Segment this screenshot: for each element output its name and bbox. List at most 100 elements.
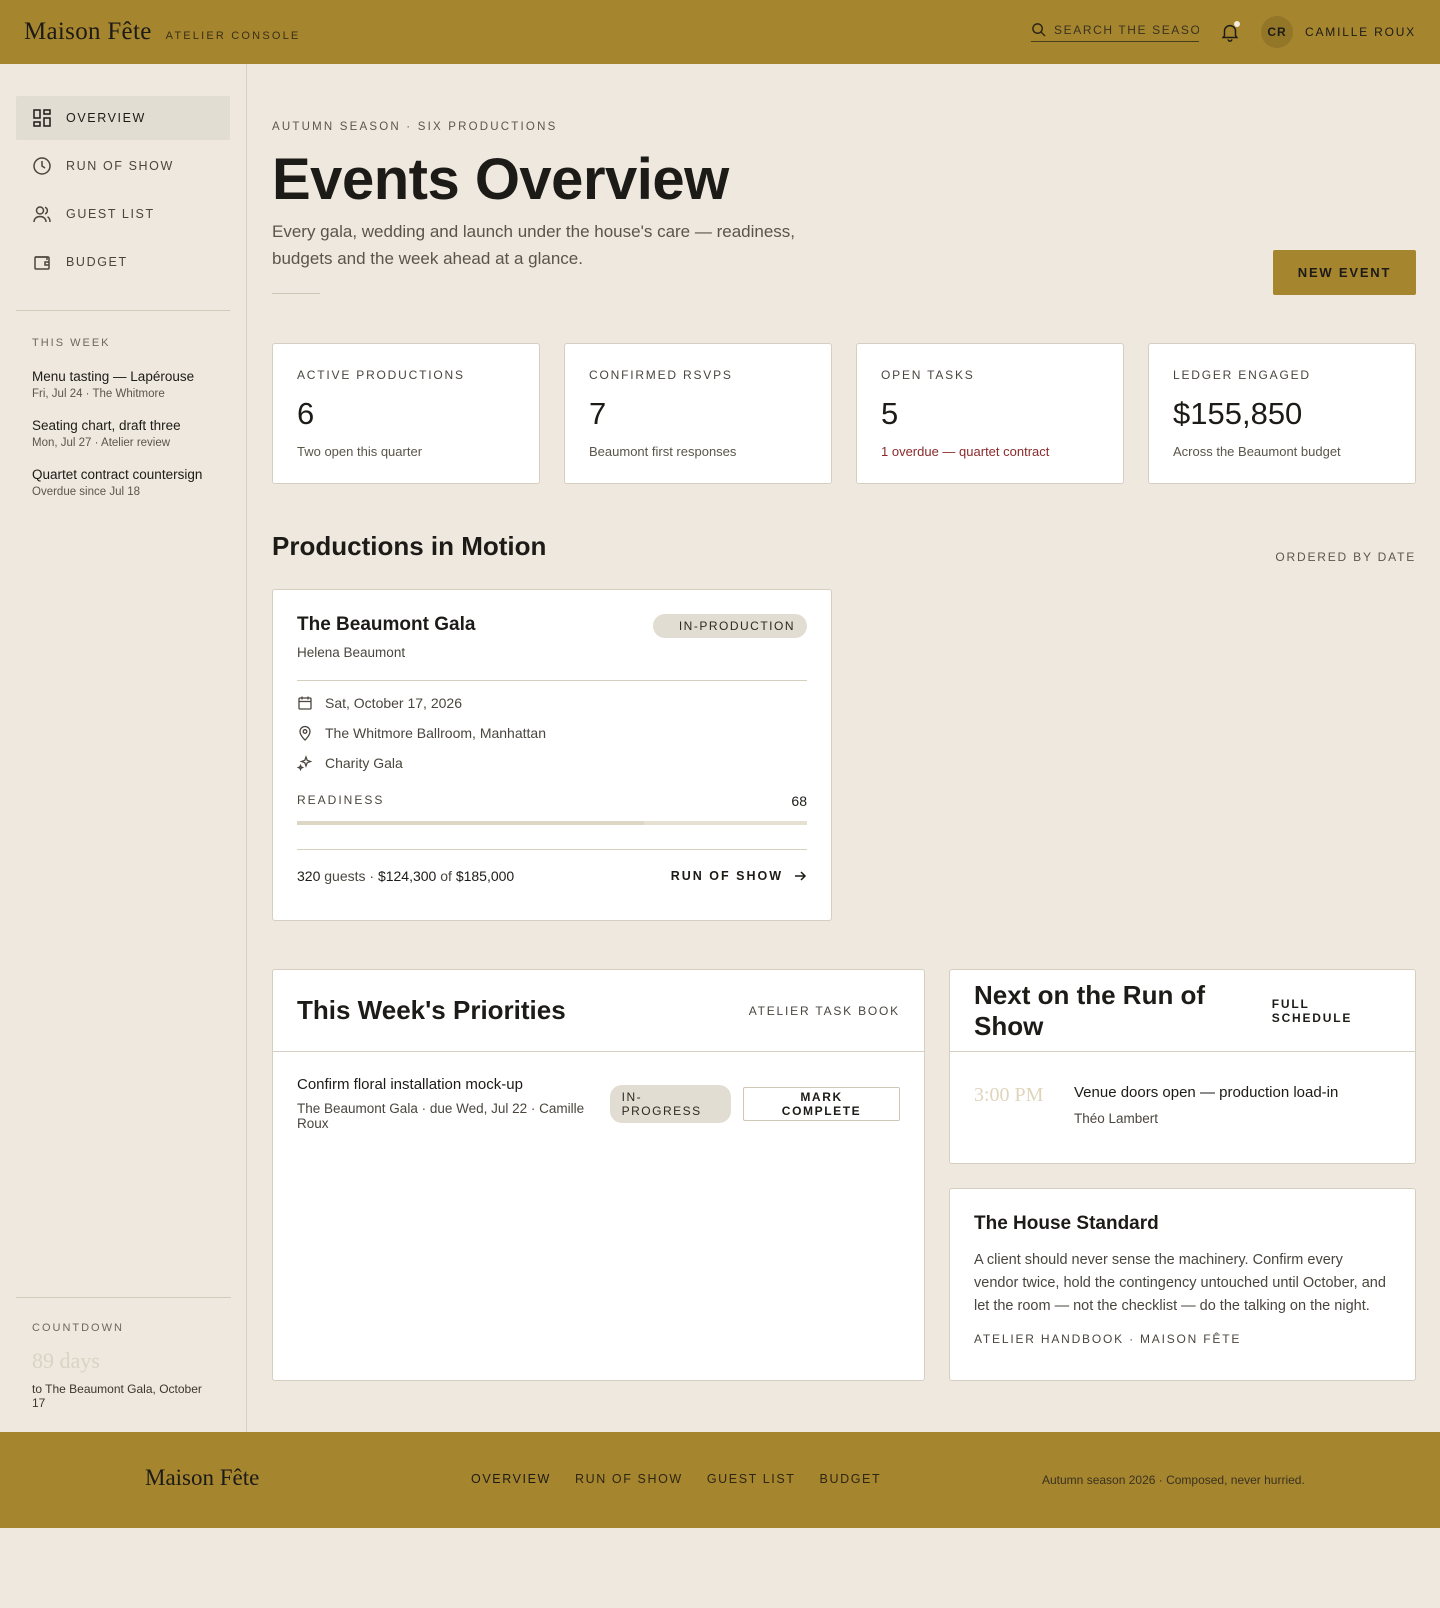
page-eyebrow: AUTUMN SEASON · SIX PRODUCTIONS <box>272 121 558 133</box>
week-item-meta: Mon, Jul 27 · Atelier review <box>32 437 171 449</box>
status-badge: IN-PRODUCTION <box>652 614 807 638</box>
production-summary: 320 guests · $124,300 of $185,000 <box>297 868 514 884</box>
sidebar-item-label: BUDGET <box>66 255 128 269</box>
footer-note: Autumn season 2026 · Composed, never hur… <box>1042 1473 1305 1487</box>
calendar-icon <box>298 696 312 710</box>
footer-nav: OVERVIEW RUN OF SHOW GUEST LIST BUDGET <box>471 1472 881 1486</box>
intro-rule <box>272 293 320 294</box>
location-pin-icon <box>299 725 311 741</box>
stat-card-active-productions: ACTIVE PRODUCTIONS 6 Two open this quart… <box>272 343 540 484</box>
guests-word: guests <box>324 868 366 884</box>
production-heading: The Beaumont Gala Helena Beaumont <box>297 614 475 660</box>
mark-complete-button[interactable]: MARK COMPLETE <box>743 1086 900 1121</box>
footer-link-run-of-show[interactable]: RUN OF SHOW <box>575 1472 683 1486</box>
sort-label[interactable]: ORDERED BY DATE <box>1275 550 1416 564</box>
readiness-row: READINESS 68 <box>297 793 807 809</box>
full-schedule-link[interactable]: FULL SCHEDULE <box>1272 997 1391 1025</box>
production-venue: The Whitmore Ballroom, Manhattan <box>325 725 546 741</box>
countdown: COUNTDOWN 89 days to The Beaumont Gala, … <box>16 1297 231 1432</box>
production-date-row: Sat, October 17, 2026 <box>297 695 807 711</box>
stat-note-alert: 1 overdue — quartet contract <box>881 444 1050 459</box>
sidebar-item-overview[interactable]: OVERVIEW <box>16 96 230 140</box>
stat-cards: ACTIVE PRODUCTIONS 6 Two open this quart… <box>272 343 1416 484</box>
new-event-button[interactable]: NEW EVENT <box>1273 250 1416 295</box>
schedule-details: Venue doors open — production load-in Th… <box>1074 1080 1338 1126</box>
footer-link-budget[interactable]: BUDGET <box>820 1472 882 1486</box>
production-card-head: The Beaumont Gala Helena Beaumont IN-PRO… <box>297 614 807 660</box>
stat-label: ACTIVE PRODUCTIONS <box>297 368 465 382</box>
avatar[interactable]: CR <box>1261 16 1294 48</box>
brand-logo[interactable]: Maison Fête <box>24 18 152 46</box>
stat-label: CONFIRMED RSVPS <box>589 368 733 382</box>
sidebar-item-label: RUN OF SHOW <box>66 159 174 173</box>
search-input[interactable] <box>1054 22 1200 37</box>
sidebar-item-label: OVERVIEW <box>66 111 146 125</box>
run-of-show-link-label: RUN OF SHOW <box>670 869 783 883</box>
week-item[interactable]: Menu tasting — Lapérouse Fri, Jul 24 · T… <box>32 369 230 400</box>
this-week-heading: THIS WEEK <box>32 337 111 349</box>
footer: Maison Fête OVERVIEW RUN OF SHOW GUEST L… <box>0 1432 1440 1528</box>
readiness-label: READINESS <box>297 793 385 807</box>
week-item-title: Seating chart, draft three <box>32 418 181 433</box>
week-item-title: Menu tasting — Lapérouse <box>32 369 195 384</box>
header-actions: CR CAMILLE ROUX <box>1031 16 1416 48</box>
task-status-badge: IN-PROGRESS <box>609 1084 732 1123</box>
countdown-label: COUNTDOWN <box>32 1322 124 1334</box>
stat-value: 7 <box>589 396 607 431</box>
week-item-meta: Overdue since Jul 18 <box>32 486 141 498</box>
stat-card-open-tasks: OPEN TASKS 5 1 overdue — quartet contrac… <box>856 343 1124 484</box>
stat-value: $155,850 <box>1173 396 1303 431</box>
production-date: Sat, October 17, 2026 <box>325 695 462 711</box>
page-title: Events Overview <box>272 147 729 212</box>
section-title-productions: Productions in Motion <box>272 531 547 561</box>
run-of-show-link[interactable]: RUN OF SHOW <box>671 869 807 883</box>
users-icon <box>33 206 51 223</box>
production-card[interactable]: The Beaumont Gala Helena Beaumont IN-PRO… <box>272 589 832 921</box>
readiness-value: 68 <box>791 793 807 809</box>
priorities-title: This Week's Priorities <box>297 995 566 1025</box>
page-intro: Every gala, wedding and launch under the… <box>272 222 796 268</box>
of-word: of <box>440 868 452 884</box>
budget-total: $185,000 <box>455 868 515 884</box>
sidebar-divider <box>16 310 230 311</box>
priorities-panel: This Week's Priorities ATELIER TASK BOOK… <box>272 969 925 1381</box>
schedule-time: 3:00 PM <box>974 1084 1044 1106</box>
sparkle-icon <box>297 755 313 771</box>
sidebar-item-guest-list[interactable]: GUEST LIST <box>16 192 230 236</box>
sidebar-item-budget[interactable]: BUDGET <box>16 240 230 284</box>
brand-subtitle: ATELIER CONSOLE <box>165 30 301 42</box>
run-of-show-title: Next on the Run of Show <box>974 979 1206 1041</box>
run-of-show-panel: Next on the Run of Show FULL SCHEDULE 3:… <box>949 969 1416 1164</box>
week-item[interactable]: Seating chart, draft three Mon, Jul 27 ·… <box>32 418 230 449</box>
schedule-title: Venue doors open — production load-in <box>1074 1084 1339 1101</box>
production-type-row: Charity Gala <box>297 755 807 771</box>
week-item-meta: Fri, Jul 24 · The Whitmore <box>32 388 165 400</box>
priorities-panel-head: This Week's Priorities ATELIER TASK BOOK <box>273 970 924 1052</box>
search-box[interactable] <box>1031 22 1200 42</box>
production-card-footer: 320 guests · $124,300 of $185,000 RUN OF… <box>297 849 807 884</box>
top-bar: Maison Fête ATELIER CONSOLE CR CAMILLE R… <box>0 0 1440 64</box>
stat-label: OPEN TASKS <box>881 368 975 382</box>
footer-brand[interactable]: Maison Fête <box>145 1465 259 1491</box>
notification-dot <box>1234 21 1241 27</box>
house-standard-card: The House Standard A client should never… <box>949 1188 1416 1381</box>
budget-spent: $124,300 <box>377 868 437 884</box>
run-of-show-panel-head: Next on the Run of Show FULL SCHEDULE <box>950 970 1415 1052</box>
task-book-link[interactable]: ATELIER TASK BOOK <box>749 1004 900 1018</box>
notifications-button[interactable] <box>1219 21 1241 43</box>
schedule-item[interactable]: 3:00 PM Venue doors open — production lo… <box>950 1052 1415 1154</box>
countdown-note: to The Beaumont Gala, October 17 <box>32 1382 202 1410</box>
summary-separator: · <box>369 868 375 884</box>
sidebar-item-run-of-show[interactable]: RUN OF SHOW <box>16 144 230 188</box>
production-venue-row: The Whitmore Ballroom, Manhattan <box>297 725 807 741</box>
footer-link-overview[interactable]: OVERVIEW <box>471 1472 551 1486</box>
house-standard-text: A client should never sense the machiner… <box>974 1252 1386 1314</box>
sidebar-item-label: GUEST LIST <box>66 207 155 221</box>
stat-value: 6 <box>297 396 315 431</box>
task-meta: The Beaumont Gala · due Wed, Jul 22 · Ca… <box>297 1101 585 1131</box>
user-name[interactable]: CAMILLE ROUX <box>1305 25 1416 39</box>
search-icon <box>1032 23 1046 37</box>
week-item[interactable]: Quartet contract countersign Overdue sin… <box>32 467 230 498</box>
task-row: Confirm floral installation mock-up The … <box>273 1052 924 1155</box>
footer-link-guest-list[interactable]: GUEST LIST <box>707 1472 796 1486</box>
